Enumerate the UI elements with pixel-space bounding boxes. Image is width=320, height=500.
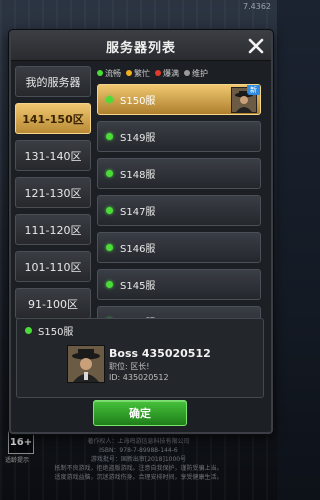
- new-badge: 新: [247, 85, 260, 95]
- selected-server-info: S150服 Boss 435020512 职位: 区长! ID: 4350205…: [16, 318, 264, 398]
- status-dot-icon: [25, 327, 32, 334]
- server-name: S149服: [120, 133, 156, 144]
- footer-line: ISBN：978-7-89988-144-6: [99, 447, 178, 454]
- server-name: S150服: [120, 96, 156, 107]
- sidebar-item-131-140[interactable]: 131-140区: [15, 140, 91, 171]
- sidebar-item-121-130[interactable]: 121-130区: [15, 177, 91, 208]
- sidebar-item-my-servers[interactable]: 我的服务器: [15, 66, 91, 97]
- status-dot-icon: [126, 70, 132, 76]
- server-name: S146服: [120, 244, 156, 255]
- status-dot-icon: [106, 207, 113, 214]
- player-avatar: [67, 345, 105, 383]
- status-dot-icon: [106, 281, 113, 288]
- close-icon: [248, 38, 264, 54]
- status-dot-icon: [97, 70, 103, 76]
- status-dot-icon: [155, 70, 161, 76]
- confirm-button[interactable]: 确定: [93, 400, 187, 426]
- sidebar-item-101-110[interactable]: 101-110区: [15, 251, 91, 282]
- server-row-s148[interactable]: S148服: [97, 158, 261, 189]
- status-dot-icon: [106, 96, 113, 103]
- legend-full: 爆满: [155, 68, 179, 79]
- status-dot-icon: [184, 70, 190, 76]
- sidebar-item-91-100[interactable]: 91-100区: [15, 288, 91, 319]
- sidebar-item-111-120[interactable]: 111-120区: [15, 214, 91, 245]
- close-button[interactable]: [245, 35, 267, 57]
- player-id: ID: 435020512: [109, 373, 169, 382]
- panel-header: 服务器列表: [11, 32, 271, 61]
- status-legend: 流畅 繁忙 爆满 维护: [97, 66, 267, 80]
- server-row-s145[interactable]: S145服: [97, 269, 261, 300]
- legend-smooth: 流畅: [97, 68, 121, 79]
- status-dot-icon: [106, 133, 113, 140]
- server-name: S147服: [120, 207, 156, 218]
- footer-line: 游戏批号：国新出审[2018]1000号: [90, 456, 187, 463]
- player-info: Boss 435020512 职位: 区长! ID: 435020512: [109, 347, 211, 383]
- player-name: Boss 435020512: [109, 347, 211, 360]
- legend-busy: 繁忙: [126, 68, 150, 79]
- server-row-s146[interactable]: S146服: [97, 232, 261, 263]
- server-row-s149[interactable]: S149服: [97, 121, 261, 152]
- panel-title: 服务器列表: [105, 40, 176, 56]
- legend-maintenance: 维护: [184, 68, 208, 79]
- server-name: S148服: [120, 170, 156, 181]
- footer-line: 抵制不良游戏，拒绝盗版游戏。注意自我保护，谨防受骗上当。: [54, 465, 223, 472]
- server-name: S145服: [120, 281, 156, 292]
- selected-server-label: S150服: [25, 323, 73, 338]
- footer-line: 适度游戏益脑，沉迷游戏伤身。合理安排时间，享受健康生活。: [54, 474, 223, 481]
- selected-server-name: S150服: [38, 327, 74, 338]
- footer-line: 著作权人：上海鸣游信息科技有限公司: [87, 438, 190, 445]
- server-list[interactable]: S150服 新 S149服 S148服 S147服 S146服 S145服: [97, 84, 261, 340]
- status-dot-icon: [106, 170, 113, 177]
- server-list-panel: 服务器列表 我的服务器 141-150区 131-140区 121-130区 1…: [9, 30, 273, 434]
- player-position: 职位: 区长!: [109, 362, 150, 371]
- status-dot-icon: [106, 244, 113, 251]
- region-sidebar: 我的服务器 141-150区 131-140区 121-130区 111-120…: [15, 66, 91, 325]
- server-row-s150[interactable]: S150服 新: [97, 84, 261, 115]
- sidebar-item-141-150[interactable]: 141-150区: [15, 103, 91, 134]
- server-row-s147[interactable]: S147服: [97, 195, 261, 226]
- version-label: 7.4362: [243, 2, 271, 11]
